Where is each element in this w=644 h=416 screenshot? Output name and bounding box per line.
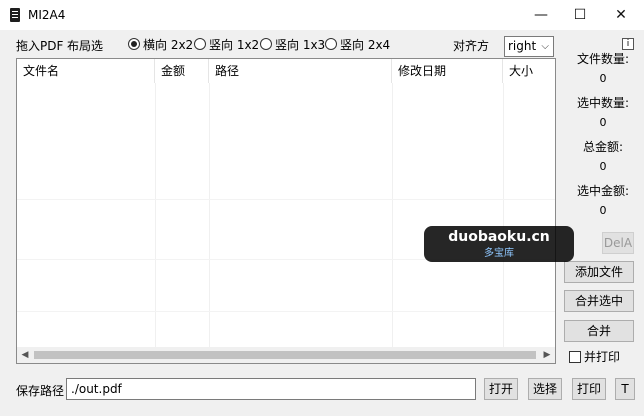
- total-amount-value: 0: [599, 160, 607, 173]
- merge-button[interactable]: 合并: [564, 320, 634, 342]
- grid-line: [17, 311, 555, 312]
- table-header: 文件名 金额 路径 修改日期 大小: [17, 59, 555, 83]
- selected-count-label: 选中数量:: [576, 96, 630, 110]
- layout-label: 布局选: [67, 39, 104, 53]
- scroll-left-icon[interactable]: ◀: [17, 347, 33, 363]
- radio-indicator: [128, 38, 140, 50]
- watermark-subtext: 多宝库: [484, 248, 514, 259]
- watermark-text: duobaoku.cn: [448, 229, 550, 245]
- radio-layout-v2x4[interactable]: 竖向 2x4: [325, 36, 390, 52]
- horizontal-scrollbar[interactable]: ◀ ▶: [17, 347, 555, 363]
- radio-label: 横向 2x2: [143, 37, 194, 52]
- save-path-label: 保存路径: [16, 384, 65, 398]
- scrollbar-thumb[interactable]: [34, 351, 536, 359]
- watermark-overlay: duobaoku.cn 多宝库: [424, 226, 574, 262]
- delete-all-button[interactable]: DelA: [602, 232, 634, 254]
- chevron-down-icon: ⌵: [541, 41, 549, 52]
- title-bar: MI2A4 — ☐ ✕: [0, 0, 644, 30]
- total-amount-label: 总金额:: [582, 140, 624, 154]
- file-count-label: 文件数量:: [576, 52, 630, 66]
- drag-pdf-label: 拖入PDF: [16, 39, 64, 53]
- radio-label: 竖向 2x4: [340, 37, 391, 52]
- radio-label: 竖向 1x3: [275, 37, 326, 52]
- column-header-modified-date[interactable]: 修改日期: [392, 59, 503, 83]
- column-header-filename[interactable]: 文件名: [17, 59, 155, 83]
- column-header-path[interactable]: 路径: [209, 59, 392, 83]
- selected-amount-label: 选中金额:: [576, 184, 630, 198]
- file-count-value: 0: [599, 72, 607, 85]
- open-button[interactable]: 打开: [484, 378, 518, 400]
- selected-amount-value: 0: [599, 204, 607, 217]
- radio-layout-h2x2[interactable]: 横向 2x2: [128, 36, 193, 52]
- save-path-input[interactable]: ./out.pdf: [66, 378, 476, 400]
- file-table[interactable]: 文件名 金额 路径 修改日期 大小 ◀ ▶: [16, 58, 556, 364]
- grid-line: [155, 83, 156, 347]
- info-button[interactable]: i: [622, 38, 634, 50]
- merge-print-checkbox[interactable]: 并打印: [569, 348, 620, 365]
- add-file-button[interactable]: 添加文件: [564, 261, 634, 283]
- align-label: 对齐方: [453, 39, 490, 53]
- t-button[interactable]: T: [615, 378, 635, 400]
- column-header-amount[interactable]: 金额: [155, 59, 209, 83]
- merge-selected-button[interactable]: 合并选中: [564, 290, 634, 312]
- merge-print-label: 并打印: [584, 350, 621, 364]
- app-icon: [10, 8, 20, 22]
- grid-line: [392, 83, 393, 347]
- selected-count-value: 0: [599, 116, 607, 129]
- maximize-button[interactable]: ☐: [557, 0, 603, 30]
- radio-indicator: [325, 38, 337, 50]
- close-button[interactable]: ✕: [598, 0, 644, 30]
- radio-layout-v1x2[interactable]: 竖向 1x2: [194, 36, 259, 52]
- radio-layout-v1x3[interactable]: 竖向 1x3: [260, 36, 325, 52]
- choose-button[interactable]: 选择: [528, 378, 562, 400]
- align-select-value: right: [508, 39, 537, 53]
- print-button[interactable]: 打印: [572, 378, 606, 400]
- grid-line: [209, 83, 210, 347]
- checkbox-box: [569, 350, 581, 363]
- align-select[interactable]: right ⌵: [504, 36, 554, 57]
- column-header-size[interactable]: 大小: [503, 59, 555, 83]
- radio-indicator: [260, 38, 272, 50]
- window-title: MI2A4: [28, 8, 66, 22]
- radio-label: 竖向 1x2: [209, 37, 260, 52]
- scroll-right-icon[interactable]: ▶: [539, 347, 555, 363]
- radio-indicator: [194, 38, 206, 50]
- grid-line: [503, 83, 504, 347]
- grid-line: [17, 199, 555, 200]
